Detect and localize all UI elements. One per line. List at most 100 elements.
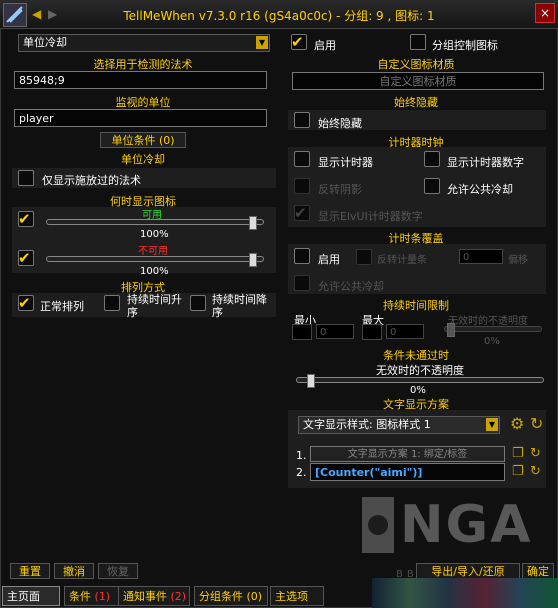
group-control-checkbox[interactable] bbox=[410, 34, 426, 50]
dur-max-input[interactable]: 0 bbox=[386, 324, 424, 339]
window-title: TellMeWhen v7.3.0 r16 (gS4a0c0c) - 分组: 9… bbox=[123, 9, 435, 23]
check-icon: ✔ bbox=[18, 249, 31, 267]
copy-icon[interactable]: ❐ bbox=[512, 446, 524, 461]
tab-events[interactable]: 通知事件 (2) bbox=[118, 586, 190, 606]
bar-offset-input[interactable]: 0 bbox=[459, 249, 503, 264]
show-timer-text-label: 显示计时器数字 bbox=[447, 156, 524, 169]
bar-allow-gcd-label: 允许公共冷却 bbox=[318, 280, 384, 293]
unit-conditions-button[interactable]: 单位条件 (0) bbox=[100, 132, 186, 148]
gear-icon[interactable]: ⚙ bbox=[510, 414, 524, 433]
check-icon: ✔ bbox=[18, 294, 31, 312]
sort-asc-label: 持续时间升序 bbox=[127, 293, 182, 319]
text-row1-number: 1. bbox=[296, 449, 307, 462]
sort-desc-radio[interactable] bbox=[190, 295, 206, 311]
allow-gcd-checkbox[interactable] bbox=[424, 178, 440, 194]
dur-opacity-slider[interactable] bbox=[444, 323, 542, 337]
condition-fail-header: 条件未通过时 bbox=[383, 349, 449, 362]
enable-label: 启用 bbox=[314, 39, 336, 52]
bar-reverse-label: 反转计量条 bbox=[377, 255, 427, 266]
bar-offset-label: 偏移 bbox=[508, 255, 528, 266]
text-row2-number: 2. bbox=[296, 466, 307, 479]
tab-main-label: 主页面 bbox=[7, 590, 40, 603]
bar-reverse-checkbox[interactable] bbox=[356, 249, 372, 265]
paw-logo bbox=[360, 495, 396, 555]
slider-thumb[interactable] bbox=[307, 374, 315, 388]
tab-conditions-count: (1) bbox=[94, 590, 111, 603]
refresh-icon[interactable]: ↻ bbox=[530, 446, 541, 461]
spell-header: 选择用于检测的法术 bbox=[93, 58, 193, 71]
reverse-shadow-label: 反转阴影 bbox=[318, 183, 362, 196]
reset-button[interactable]: 重置 bbox=[10, 563, 50, 579]
custom-texture-input[interactable]: 自定义图标材质 bbox=[292, 72, 544, 90]
spell-input[interactable]: 85948;9 bbox=[14, 71, 267, 89]
group-control-label: 分组控制图标 bbox=[432, 39, 498, 52]
unusable-label: 不可用 bbox=[138, 246, 168, 257]
dur-max-toggle[interactable] bbox=[362, 324, 382, 340]
only-cast-label: 仅显示施放过的法术 bbox=[42, 174, 141, 187]
dur-opacity-percent: 0% bbox=[484, 336, 500, 347]
show-timer-checkbox[interactable] bbox=[294, 151, 310, 167]
always-hide-label: 始终隐藏 bbox=[318, 117, 362, 130]
only-cast-checkbox[interactable] bbox=[18, 170, 34, 186]
unusable-percent: 100% bbox=[140, 266, 169, 277]
icon-type-dropdown[interactable]: 单位冷却 ▼ bbox=[18, 34, 270, 52]
copy-icon[interactable]: ❐ bbox=[512, 464, 524, 479]
text-row1-input[interactable]: 文字显示方案 1: 绑定/标签 bbox=[310, 446, 505, 462]
usable-percent: 100% bbox=[140, 229, 169, 240]
text-style-dropdown[interactable]: 文字显示样式: 图标样式 1 ▼ bbox=[298, 416, 500, 434]
check-icon: ✔ bbox=[291, 33, 304, 51]
duration-header: 持续时间限制 bbox=[383, 299, 449, 312]
dur-min-input[interactable]: 0 bbox=[316, 324, 354, 339]
slider-thumb[interactable] bbox=[249, 253, 257, 267]
always-hide-header: 始终隐藏 bbox=[394, 96, 438, 109]
tab-group-conditions-count: (0) bbox=[246, 590, 263, 603]
tab-events-label: 通知事件 bbox=[123, 590, 167, 603]
check-icon: ✔ bbox=[294, 204, 307, 222]
close-button[interactable]: × bbox=[535, 3, 555, 23]
tab-conditions-label: 条件 bbox=[69, 590, 91, 603]
show-timer-text-checkbox[interactable] bbox=[424, 151, 440, 167]
dur-min-toggle[interactable] bbox=[292, 324, 312, 340]
tab-conditions[interactable]: 条件 (1) bbox=[64, 586, 124, 606]
ok-button[interactable]: 确定 bbox=[522, 563, 554, 579]
tab-events-count: (2) bbox=[170, 590, 187, 603]
tab-main-options[interactable]: 主选项 bbox=[270, 586, 324, 606]
cond-opacity-slider[interactable] bbox=[296, 374, 544, 388]
tab-main[interactable]: 主页面 bbox=[2, 586, 60, 606]
refresh-icon[interactable]: ↻ bbox=[530, 414, 543, 433]
action-bar-strip bbox=[372, 578, 558, 608]
bar-allow-gcd-checkbox[interactable] bbox=[294, 275, 310, 291]
text-style-value: 文字显示样式: 图标样式 1 bbox=[303, 418, 431, 431]
unusable-opacity-slider[interactable] bbox=[46, 253, 264, 267]
usable-opacity-slider[interactable] bbox=[46, 216, 264, 230]
text-row2-input[interactable]: [Counter("aimi")] bbox=[310, 463, 505, 481]
cooldown-header: 单位冷却 bbox=[121, 153, 165, 166]
chevron-down-icon[interactable]: ▼ bbox=[256, 36, 268, 49]
unit-input[interactable]: player bbox=[14, 109, 267, 127]
chevron-down-icon[interactable]: ▼ bbox=[486, 418, 498, 431]
tab-group-conditions[interactable]: 分组条件 (0) bbox=[194, 586, 268, 606]
tab-main-options-label: 主选项 bbox=[275, 590, 308, 603]
check-icon: ✔ bbox=[18, 210, 31, 228]
bar-enable-label: 启用 bbox=[318, 253, 340, 266]
icon-type-value: 单位冷却 bbox=[23, 36, 67, 49]
undo-button[interactable]: 撤消 bbox=[54, 563, 94, 579]
tab-group-conditions-label: 分组条件 bbox=[199, 590, 243, 603]
sort-desc-label: 持续时间降序 bbox=[212, 293, 267, 319]
slider-thumb[interactable] bbox=[249, 216, 257, 230]
title-bar[interactable]: ◀ ▶ TellMeWhen v7.3.0 r16 (gS4a0c0c) - 分… bbox=[0, 0, 558, 29]
sort-asc-radio[interactable] bbox=[104, 295, 120, 311]
import-export-button[interactable]: 导出/导入/还原 bbox=[416, 563, 520, 579]
slider-thumb[interactable] bbox=[447, 323, 455, 337]
dur-opacity-label: 无效时的不透明度 bbox=[448, 316, 528, 327]
bar-enable-checkbox[interactable] bbox=[294, 248, 310, 264]
reverse-shadow-checkbox[interactable] bbox=[294, 178, 310, 194]
redo-button[interactable]: 恢复 bbox=[98, 563, 138, 579]
always-hide-checkbox[interactable] bbox=[294, 112, 310, 128]
show-timer-label: 显示计时器 bbox=[318, 156, 373, 169]
refresh-icon[interactable]: ↻ bbox=[530, 464, 541, 479]
custom-texture-header: 自定义图标材质 bbox=[377, 58, 455, 71]
show-elvui-label: 显示ElvUI计时器数字 bbox=[318, 210, 423, 223]
watermark-nga: NGA bbox=[400, 495, 533, 555]
cond-opacity-percent: 0% bbox=[410, 385, 426, 396]
